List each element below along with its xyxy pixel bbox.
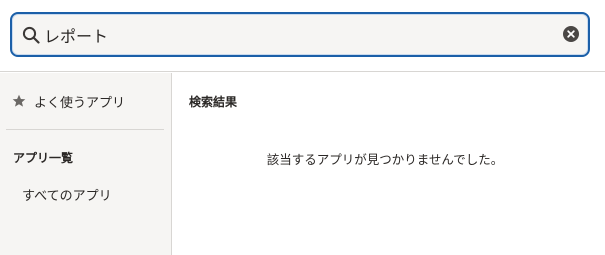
results-panel: 検索結果 該当するアプリが見つかりませんでした。 <box>173 73 605 255</box>
sidebar-item-favorites-label: よく使うアプリ <box>34 95 126 111</box>
search-header <box>0 0 605 72</box>
close-circle-icon <box>567 30 575 38</box>
clear-search-button[interactable] <box>563 26 579 42</box>
star-icon <box>12 94 26 107</box>
search-box[interactable] <box>10 12 590 57</box>
sidebar: よく使うアプリ アプリ一覧 すべてのアプリ <box>0 73 172 255</box>
empty-results-message: 該当するアプリが見つかりませんでした。 <box>266 152 504 167</box>
search-input[interactable] <box>44 23 544 47</box>
sidebar-item-all-apps[interactable]: すべてのアプリ <box>22 185 112 204</box>
results-title: 検索結果 <box>189 95 238 109</box>
sidebar-item-favorites[interactable]: よく使うアプリ <box>12 91 125 111</box>
sidebar-divider <box>6 129 164 130</box>
search-icon <box>22 26 40 44</box>
sidebar-section-title: アプリ一覧 <box>13 151 74 165</box>
